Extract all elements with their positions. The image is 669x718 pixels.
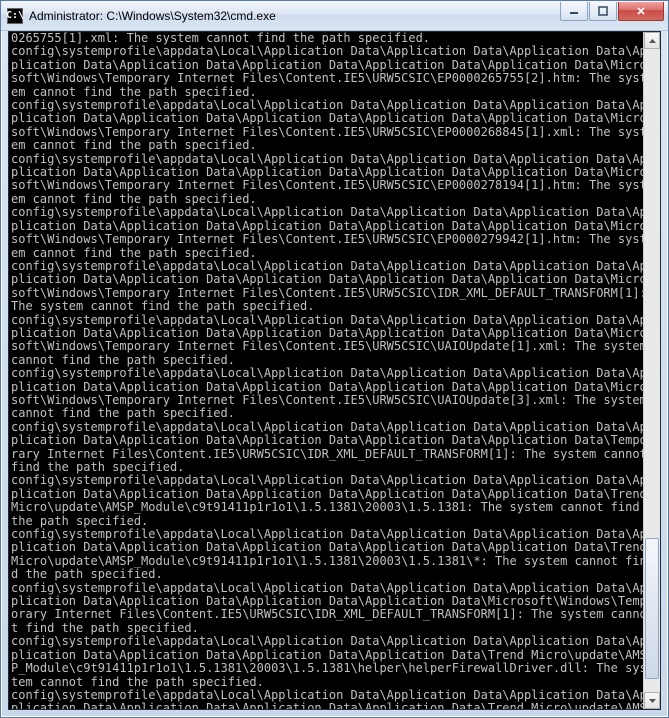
chevron-up-icon [649,39,656,43]
window-buttons [560,2,664,22]
client-area: 0265755[1].xml: The system cannot find t… [8,31,661,710]
terminal-line: config\systemprofile\appdata\Local\Appli… [11,314,647,368]
terminal-line: config\systemprofile\appdata\Local\Appli… [11,528,647,582]
cmd-icon: C:\ [7,8,23,24]
terminal-line: config\systemprofile\appdata\Local\Appli… [11,99,647,153]
maximize-icon [598,6,608,16]
scrollbar-track[interactable] [644,49,660,692]
terminal-line: config\systemprofile\appdata\Local\Appli… [11,153,647,207]
terminal-line: config\systemprofile\appdata\Local\Appli… [11,421,647,475]
chevron-down-icon [649,699,656,703]
titlebar[interactable]: C:\ Administrator: C:\Windows\System32\c… [1,1,668,31]
terminal-line: 0265755[1].xml: The system cannot find t… [11,32,647,45]
terminal-line: config\systemprofile\appdata\Local\Appli… [11,45,647,99]
close-button[interactable] [618,2,664,21]
terminal-line: config\systemprofile\appdata\Local\Appli… [11,635,647,689]
window-title: Administrator: C:\Windows\System32\cmd.e… [29,9,560,23]
scrollbar-thumb[interactable] [645,538,659,679]
vertical-scrollbar[interactable] [643,32,660,709]
minimize-button[interactable] [560,2,588,21]
close-icon [636,6,646,16]
terminal-line: config\systemprofile\appdata\Local\Appli… [11,474,647,528]
terminal-line: config\systemprofile\appdata\Local\Appli… [11,367,647,421]
terminal-line: config\systemprofile\appdata\Local\Appli… [11,689,647,710]
terminal-line: config\systemprofile\appdata\Local\Appli… [11,206,647,260]
minimize-icon [569,6,579,16]
scroll-down-button[interactable] [644,692,660,709]
maximize-button[interactable] [589,2,617,21]
terminal-line: config\systemprofile\appdata\Local\Appli… [11,582,647,636]
terminal-output[interactable]: 0265755[1].xml: The system cannot find t… [9,32,649,710]
terminal-line: config\systemprofile\appdata\Local\Appli… [11,260,647,314]
cmd-window: C:\ Administrator: C:\Windows\System32\c… [0,0,669,718]
scroll-up-button[interactable] [644,32,660,49]
